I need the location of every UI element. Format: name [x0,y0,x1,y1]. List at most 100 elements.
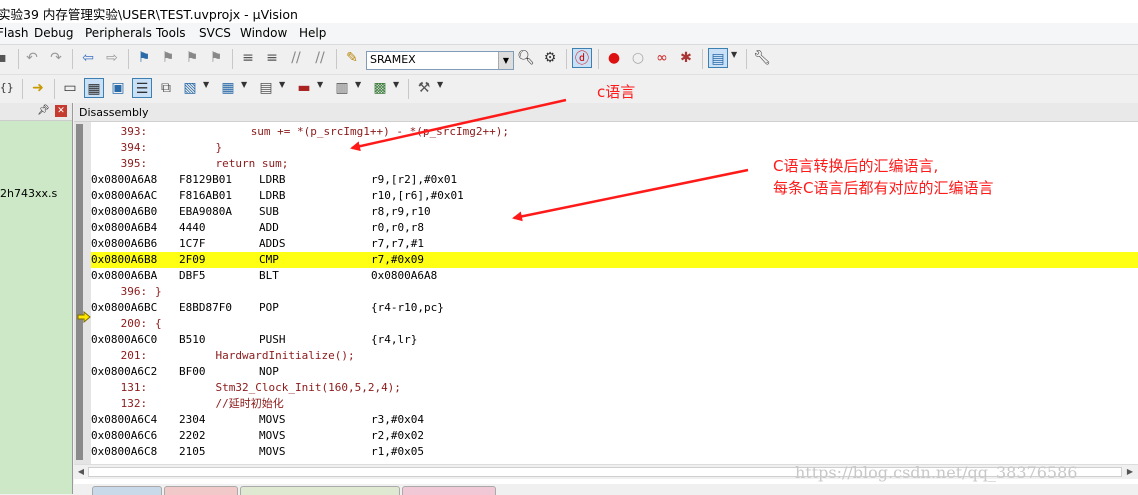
menu-tools[interactable]: Tools [156,26,186,40]
breakpoint-gutter[interactable] [74,122,91,469]
asm-opcode: 2F09 [179,253,206,266]
target-select[interactable]: SRAMEX ▼ [366,51,514,70]
scroll-left-icon[interactable]: ◀ [75,466,87,478]
asm-operands: r0,r0,r8 [371,221,424,234]
show-next-statement-icon[interactable]: ➜ [28,78,48,98]
source-line[interactable]: 395: return sum; [91,156,1138,172]
pin-icon[interactable]: 📌︎ [37,105,50,116]
project-file-item[interactable]: 2h743xx.s [0,187,57,200]
chevron-down-icon[interactable]: ▼ [731,50,739,60]
chevron-down-icon[interactable]: ▼ [317,80,325,90]
menu-peripherals[interactable]: Peripherals [85,26,152,40]
flash-download-icon[interactable]: ▪ [0,48,12,68]
asm-opcode: BF00 [179,365,206,378]
menu-bar: Flash Debug Peripherals Tools SVCS Windo… [0,23,1138,45]
menu-flash[interactable]: Flash [0,26,28,40]
unindent-icon[interactable]: ≡ [262,48,282,68]
source-line-text: HardwardInitialize(); [215,349,355,362]
gutter-mark [76,236,83,252]
source-line[interactable]: 394:} [91,140,1138,156]
find-in-files-icon[interactable]: ✎ [342,48,362,68]
asm-mnemonic: NOP [259,365,279,378]
symbols-window-icon[interactable]: ▣ [108,78,128,98]
chevron-down-icon[interactable]: ▼ [498,52,513,69]
command-window-icon[interactable]: ▭ [60,78,80,98]
breakpoint-disable-all-icon[interactable]: ∞ [652,48,672,68]
asm-operands: r1,#0x05 [371,445,424,458]
asm-line[interactable]: 0x0800A6BA DBF5 BLT 0x0800A6A8 [91,268,1138,284]
chevron-down-icon[interactable]: ▼ [279,80,287,90]
source-line[interactable]: 200: { [91,316,1138,332]
find-icon[interactable]: 🔍︎ [516,48,536,68]
asm-line[interactable]: 0x0800A6C8 2105 MOVS r1,#0x05 [91,444,1138,460]
bookmark-prev-icon[interactable]: ⚑ [158,48,178,68]
asm-line[interactable]: 0x0800A6BC E8BD87F0 POP {r4-r10,pc} [91,300,1138,316]
window-layout-icon[interactable]: ▤ [708,48,728,68]
comment-icon[interactable]: // [286,48,306,68]
uncomment-icon[interactable]: // [310,48,330,68]
nav-forward-icon[interactable]: ⇨ [102,48,122,68]
toolbar-debug: *{} ➜ ▭ ▦ ▣ ☰ ⧉ ▧ ▼ ▦ ▼ ▤ ▼ ▬ ▼ ▥ ▼ ▩ ▼ … [0,75,1138,101]
menu-svcs[interactable]: SVCS [199,26,231,40]
memory-window-icon[interactable]: ▦ [218,78,238,98]
asm-line[interactable]: 0x0800A6B4 4440 ADD r0,r0,r8 [91,220,1138,236]
menu-window[interactable]: Window [240,26,287,40]
asm-line[interactable]: 0x0800A6B6 1C7F ADDS r7,r7,#1 [91,236,1138,252]
incremental-find-icon[interactable]: ⚙ [540,48,560,68]
menu-help[interactable]: Help [299,26,326,40]
asm-mnemonic: MOVS [259,445,286,458]
registers-window-icon[interactable]: ☰ [132,78,152,98]
asm-mnemonic: POP [259,301,279,314]
breakpoint-kill-all-icon[interactable]: ✱ [676,48,696,68]
system-viewer-icon[interactable]: ▩ [370,78,390,98]
disassembly-code[interactable]: 393: sum += *(p_srcImg1++) - *(p_srcImg2+… [91,122,1138,469]
debug-session-icon[interactable]: ⓓ [572,48,592,68]
configure-icon[interactable]: 🔧︎ [752,48,772,68]
asm-address: 0x0800A6A8 [91,173,158,186]
bookmark-icon[interactable]: ⚑ [134,48,154,68]
source-line[interactable]: 201: HardwardInitialize(); [91,348,1138,364]
asm-line[interactable]: 0x0800A6C0 B510 PUSH {r4,lr} [91,332,1138,348]
asm-line[interactable]: 0x0800A6B8 2F09 CMP r7,#0x09 [91,252,1138,268]
close-icon[interactable]: ✕ [55,105,67,117]
source-line[interactable]: 396:} [91,284,1138,300]
nav-back-icon[interactable]: ⇦ [78,48,98,68]
trace-window-icon[interactable]: ▥ [332,78,352,98]
gutter-mark [76,172,83,188]
indent-icon[interactable]: ≡ [238,48,258,68]
chevron-down-icon[interactable]: ▼ [393,80,401,90]
asm-line[interactable]: 0x0800A6C2 BF00 NOP [91,364,1138,380]
source-line[interactable]: 132: //延时初始化 [91,396,1138,412]
chevron-down-icon[interactable]: ▼ [203,80,211,90]
scroll-right-icon[interactable]: ▶ [1124,466,1136,478]
undo-icon[interactable]: ↶ [22,48,42,68]
bookmark-clear-icon[interactable]: ⚑ [206,48,226,68]
asm-address: 0x0800A6C2 [91,365,158,378]
chevron-down-icon[interactable]: ▼ [437,80,445,90]
serial-window-icon[interactable]: ▤ [256,78,276,98]
asm-address: 0x0800A6B0 [91,205,158,218]
source-line[interactable]: 393: sum += *(p_srcImg1++) - *(p_srcImg2+… [91,124,1138,140]
braces-icon[interactable]: *{} [0,78,14,98]
analysis-window-icon[interactable]: ▬ [294,78,314,98]
chevron-down-icon[interactable]: ▼ [241,80,249,90]
redo-icon[interactable]: ↷ [46,48,66,68]
breakpoint-insert-icon[interactable]: ● [604,48,624,68]
menu-debug[interactable]: Debug [34,26,73,40]
breakpoint-enable-icon[interactable]: ○ [628,48,648,68]
disassembly-window-icon[interactable]: ▦ [84,78,104,98]
toolbox-icon[interactable]: ⚒ [414,78,434,98]
gutter-mark [76,332,83,348]
asm-line[interactable]: 0x0800A6C4 2304 MOVS r3,#0x04 [91,412,1138,428]
asm-line[interactable]: 0x0800A6C6 2202 MOVS r2,#0x02 [91,428,1138,444]
watch-window-icon[interactable]: ▧ [180,78,200,98]
bookmark-next-icon[interactable]: ⚑ [182,48,202,68]
toolbar-separator [18,49,19,69]
asm-line[interactable]: 0x0800A6B0 EBA9080A SUB r8,r9,r10 [91,204,1138,220]
asm-opcode: 4440 [179,221,206,234]
call-stack-icon[interactable]: ⧉ [156,78,176,98]
gutter-mark [76,124,83,140]
chevron-down-icon[interactable]: ▼ [355,80,363,90]
disassembly-window[interactable]: Disassembly 393: sum += *(p_srcImg1++) - … [74,103,1138,484]
source-line[interactable]: 131: Stm32_Clock_Init(160,5,2,4); [91,380,1138,396]
